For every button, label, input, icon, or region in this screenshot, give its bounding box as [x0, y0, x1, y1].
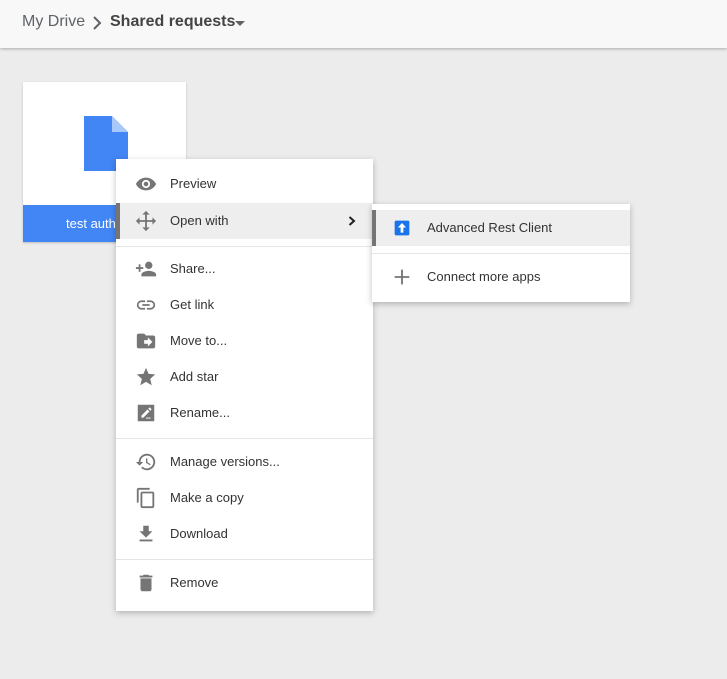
menu-item-preview[interactable]: Preview: [116, 166, 373, 202]
submenu-item-label: Advanced Rest Client: [427, 220, 553, 235]
star-icon: [136, 367, 156, 386]
menu-item-manage-versions[interactable]: Manage versions...: [116, 444, 373, 480]
menu-divider: [116, 438, 373, 439]
arc-app-icon: [394, 220, 410, 236]
move-arrows-icon: [135, 210, 157, 232]
menu-item-rename[interactable]: Rename...: [116, 395, 373, 431]
eye-icon: [135, 177, 157, 191]
menu-item-remove[interactable]: Remove: [116, 565, 373, 601]
open-with-submenu: Advanced Rest Client Connect more apps: [372, 204, 630, 302]
submenu-item-advanced-rest-client[interactable]: Advanced Rest Client: [372, 210, 630, 246]
menu-item-open-with[interactable]: Open with: [116, 203, 373, 239]
menu-item-label: Download: [170, 526, 228, 541]
menu-item-move-to[interactable]: Move to...: [116, 323, 373, 359]
menu-divider: [372, 253, 630, 254]
menu-item-label: Preview: [170, 176, 217, 191]
download-icon: [139, 525, 153, 542]
folder-move-icon: [136, 333, 156, 349]
menu-item-label: Remove: [170, 575, 219, 590]
menu-item-label: Make a copy: [170, 490, 244, 505]
breadcrumb-my-drive[interactable]: My Drive: [22, 13, 85, 31]
menu-item-label: Move to...: [170, 333, 228, 348]
menu-item-label: Get link: [170, 297, 215, 312]
menu-item-share[interactable]: Share...: [116, 251, 373, 287]
edit-icon: [137, 404, 155, 422]
copy-icon: [136, 487, 155, 509]
submenu-item-connect-more-apps[interactable]: Connect more apps: [372, 259, 630, 295]
menu-divider: [116, 246, 373, 247]
menu-item-label: Open with: [170, 213, 229, 228]
trash-icon: [139, 574, 153, 592]
submenu-item-label: Connect more apps: [427, 269, 541, 284]
menu-item-label: Add star: [170, 369, 219, 384]
menu-divider: [116, 559, 373, 560]
top-bar: My Drive Shared requests: [0, 0, 727, 48]
history-icon: [135, 453, 156, 471]
plus-icon: [394, 269, 410, 285]
link-icon: [136, 300, 156, 310]
menu-item-get-link[interactable]: Get link: [116, 287, 373, 323]
menu-item-label: Rename...: [170, 405, 230, 420]
caret-down-icon[interactable]: [234, 20, 246, 28]
menu-item-label: Manage versions...: [170, 454, 280, 469]
chevron-right-icon: [348, 216, 356, 226]
add-person-icon: [135, 261, 157, 277]
menu-item-download[interactable]: Download: [116, 516, 373, 552]
menu-item-make-copy[interactable]: Make a copy: [116, 480, 373, 516]
breadcrumb-current-folder[interactable]: Shared requests: [110, 13, 235, 31]
context-menu: Preview Open with Share... Get link Move…: [116, 159, 373, 611]
chevron-right-icon: [93, 16, 102, 30]
menu-item-add-star[interactable]: Add star: [116, 359, 373, 395]
menu-item-label: Share...: [170, 261, 216, 276]
file-name: test auth: [66, 216, 116, 231]
